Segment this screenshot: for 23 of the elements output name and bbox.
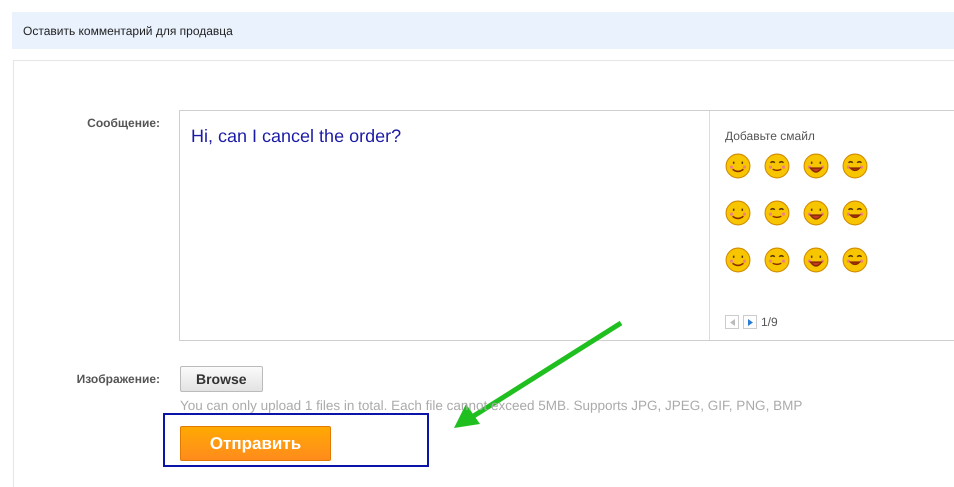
smiley-icon[interactable] xyxy=(842,153,868,179)
smiley-icon[interactable] xyxy=(842,200,868,226)
smiley-icon[interactable] xyxy=(803,247,829,273)
section-title: Оставить комментарий для продавца xyxy=(23,22,233,40)
smiley-icon[interactable] xyxy=(764,200,790,226)
smiley-icon[interactable] xyxy=(764,153,790,179)
smiley-icon[interactable] xyxy=(725,153,751,179)
smiley-icon[interactable] xyxy=(803,200,829,226)
smiley-icon[interactable] xyxy=(803,153,829,179)
smiley-icon[interactable] xyxy=(842,247,868,273)
smiley-icon[interactable] xyxy=(764,247,790,273)
message-label: Сообщение: xyxy=(87,115,160,132)
next-page-button[interactable] xyxy=(743,315,757,329)
upload-hint: You can only upload 1 files in total. Each file cannot exceed 5MB. Supports JPG, JPEG, GIF, PNG, BMP xyxy=(180,397,802,415)
message-field[interactable]: Hi, can I cancel the order? xyxy=(180,111,710,340)
page-indicator: 1/9 xyxy=(761,314,778,331)
browse-button[interactable]: Browse xyxy=(180,366,263,392)
smiley-panel-title: Добавьте смайл xyxy=(725,128,816,145)
image-label: Изображение: xyxy=(76,371,160,388)
smiley-icon[interactable] xyxy=(725,200,751,226)
left-triangle-icon xyxy=(730,318,734,326)
right-triangle-icon xyxy=(748,318,752,326)
smiley-icon[interactable] xyxy=(725,247,751,273)
